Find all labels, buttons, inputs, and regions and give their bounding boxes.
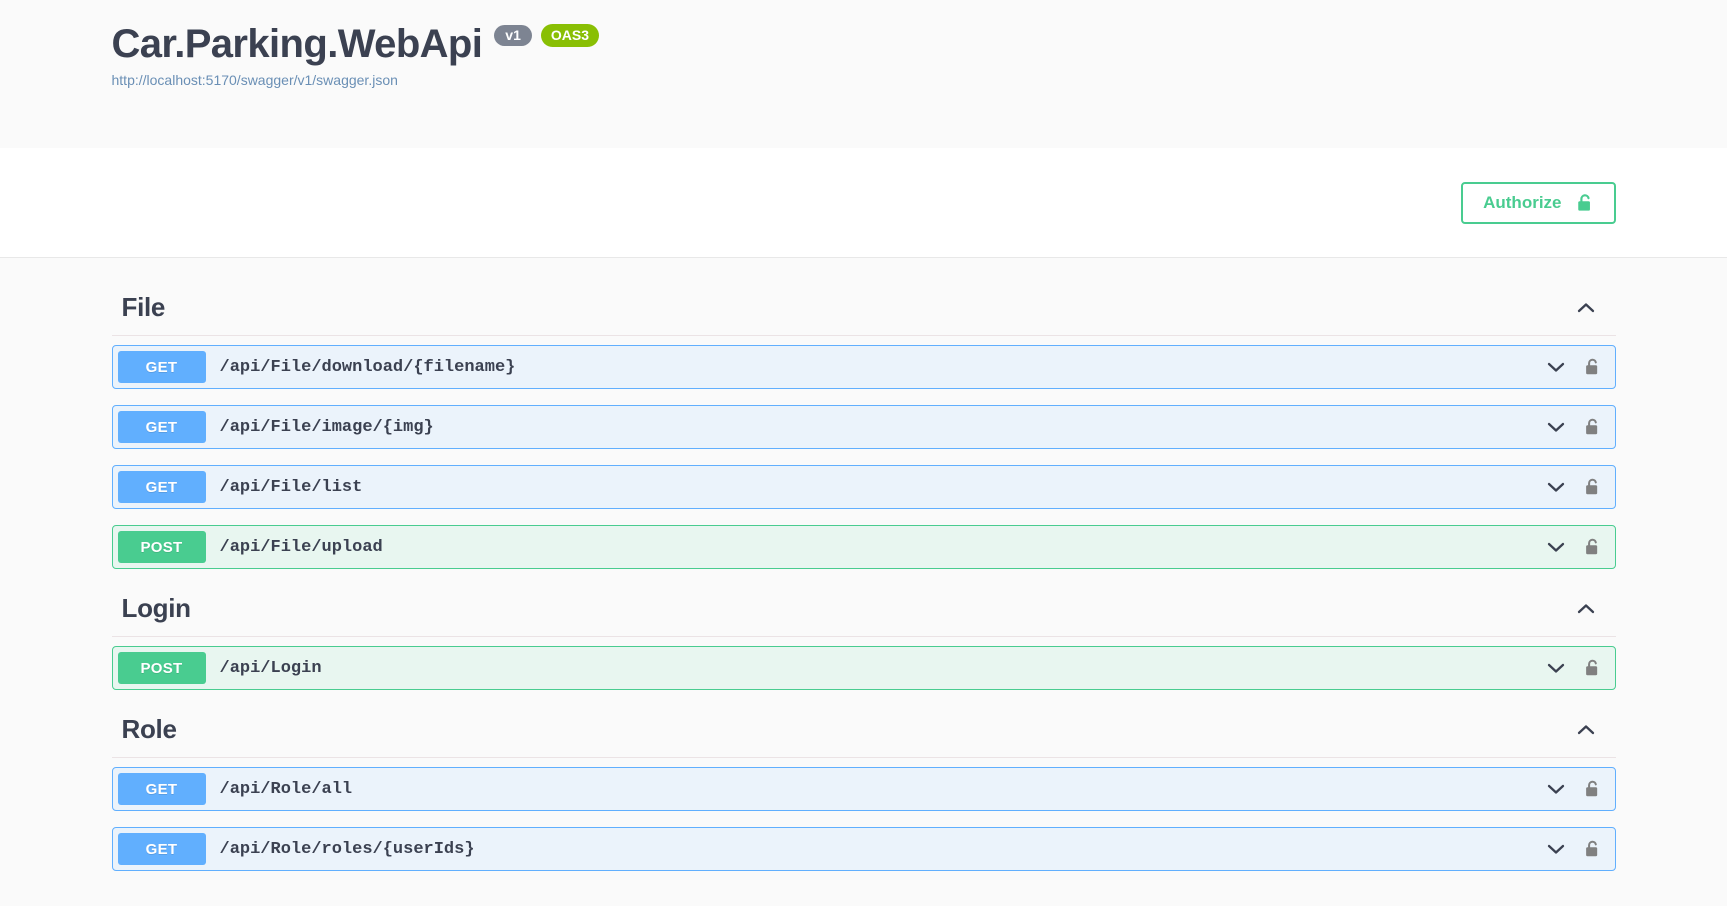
operation-controls	[1544, 656, 1615, 680]
unlock-icon[interactable]	[1584, 658, 1601, 678]
operation-row-get[interactable]: GET /api/Role/roles/{userIds}	[111, 827, 1616, 871]
chevron-down-icon[interactable]	[1544, 535, 1568, 559]
operation-controls	[1544, 475, 1615, 499]
chevron-down-icon[interactable]	[1544, 415, 1568, 439]
tag-name: Login	[121, 593, 192, 623]
chevron-down-icon[interactable]	[1544, 777, 1568, 801]
unlock-icon[interactable]	[1584, 357, 1601, 377]
chevron-down-icon[interactable]	[1544, 837, 1568, 861]
operation-list: POST /api/Login	[111, 637, 1616, 690]
authorize-button[interactable]: Authorize	[1461, 181, 1616, 224]
operation-method-badge: GET	[117, 773, 206, 805]
tag-name: Role	[121, 714, 177, 744]
operation-method-badge: GET	[117, 351, 206, 383]
tag-section-role: Role GET /api/Role/all GET /api/Role/rol…	[111, 706, 1616, 871]
chevron-down-icon[interactable]	[1544, 656, 1568, 680]
operation-list: GET /api/File/download/{filename} GET /a…	[111, 336, 1616, 569]
operation-controls	[1544, 415, 1615, 439]
spec-url-link[interactable]: http://localhost:5170/swagger/v1/swagger…	[112, 72, 1616, 88]
unlock-icon[interactable]	[1584, 779, 1601, 799]
operation-path: /api/File/image/{img}	[219, 417, 434, 437]
api-info-header: Car.Parking.WebApi v1 OAS3 http://localh…	[0, 0, 1727, 148]
authorize-bar: Authorize	[0, 148, 1727, 258]
unlock-icon[interactable]	[1584, 477, 1601, 497]
operation-path: /api/Role/all	[219, 779, 353, 799]
operation-row-get[interactable]: GET /api/Role/all	[111, 767, 1616, 811]
tag-section-login: Login POST /api/Login	[111, 585, 1616, 690]
chevron-up-icon[interactable]	[1574, 296, 1606, 320]
operation-path: /api/File/upload	[219, 537, 383, 557]
page-title: Car.Parking.WebApi	[111, 22, 483, 66]
operation-row-post[interactable]: POST /api/Login	[111, 646, 1616, 690]
chevron-down-icon[interactable]	[1544, 355, 1568, 379]
tag-header[interactable]: Login	[111, 585, 1616, 637]
operation-controls	[1544, 837, 1615, 861]
chevron-down-icon[interactable]	[1544, 475, 1568, 499]
operation-path: /api/Role/roles/{userIds}	[219, 839, 475, 859]
chevron-up-icon[interactable]	[1574, 718, 1606, 742]
authorize-button-label: Authorize	[1483, 193, 1562, 212]
operation-method-badge: GET	[117, 411, 206, 443]
operation-controls	[1544, 355, 1615, 379]
unlock-icon[interactable]	[1584, 839, 1601, 859]
operations-container: File GET /api/File/download/{filename} G…	[0, 258, 1727, 871]
title-row: Car.Parking.WebApi v1 OAS3	[112, 22, 1616, 66]
oas-version-badge: OAS3	[540, 23, 599, 47]
operation-controls	[1544, 535, 1615, 559]
tag-section-file: File GET /api/File/download/{filename} G…	[111, 284, 1616, 569]
operation-path: /api/File/download/{filename}	[219, 357, 516, 377]
operation-path: /api/File/list	[219, 477, 363, 497]
operation-path: /api/Login	[219, 658, 322, 678]
tag-header[interactable]: File	[111, 284, 1616, 336]
operation-row-get[interactable]: GET /api/File/list	[111, 465, 1616, 509]
operation-method-badge: POST	[117, 531, 206, 563]
version-badge: v1	[494, 24, 532, 46]
unlock-icon[interactable]	[1584, 417, 1601, 437]
operation-method-badge: GET	[117, 833, 206, 865]
chevron-up-icon[interactable]	[1574, 597, 1606, 621]
operation-row-get[interactable]: GET /api/File/image/{img}	[111, 405, 1616, 449]
operation-method-badge: GET	[117, 471, 206, 503]
operation-method-badge: POST	[117, 652, 206, 684]
tag-header[interactable]: Role	[111, 706, 1616, 758]
operation-controls	[1544, 777, 1615, 801]
operation-list: GET /api/Role/all GET /api/Role/roles/{u…	[111, 758, 1616, 871]
operation-row-post[interactable]: POST /api/File/upload	[111, 525, 1616, 569]
operation-row-get[interactable]: GET /api/File/download/{filename}	[111, 345, 1616, 389]
unlock-icon[interactable]	[1584, 537, 1601, 557]
unlock-icon	[1576, 193, 1594, 213]
tag-name: File	[121, 292, 166, 322]
